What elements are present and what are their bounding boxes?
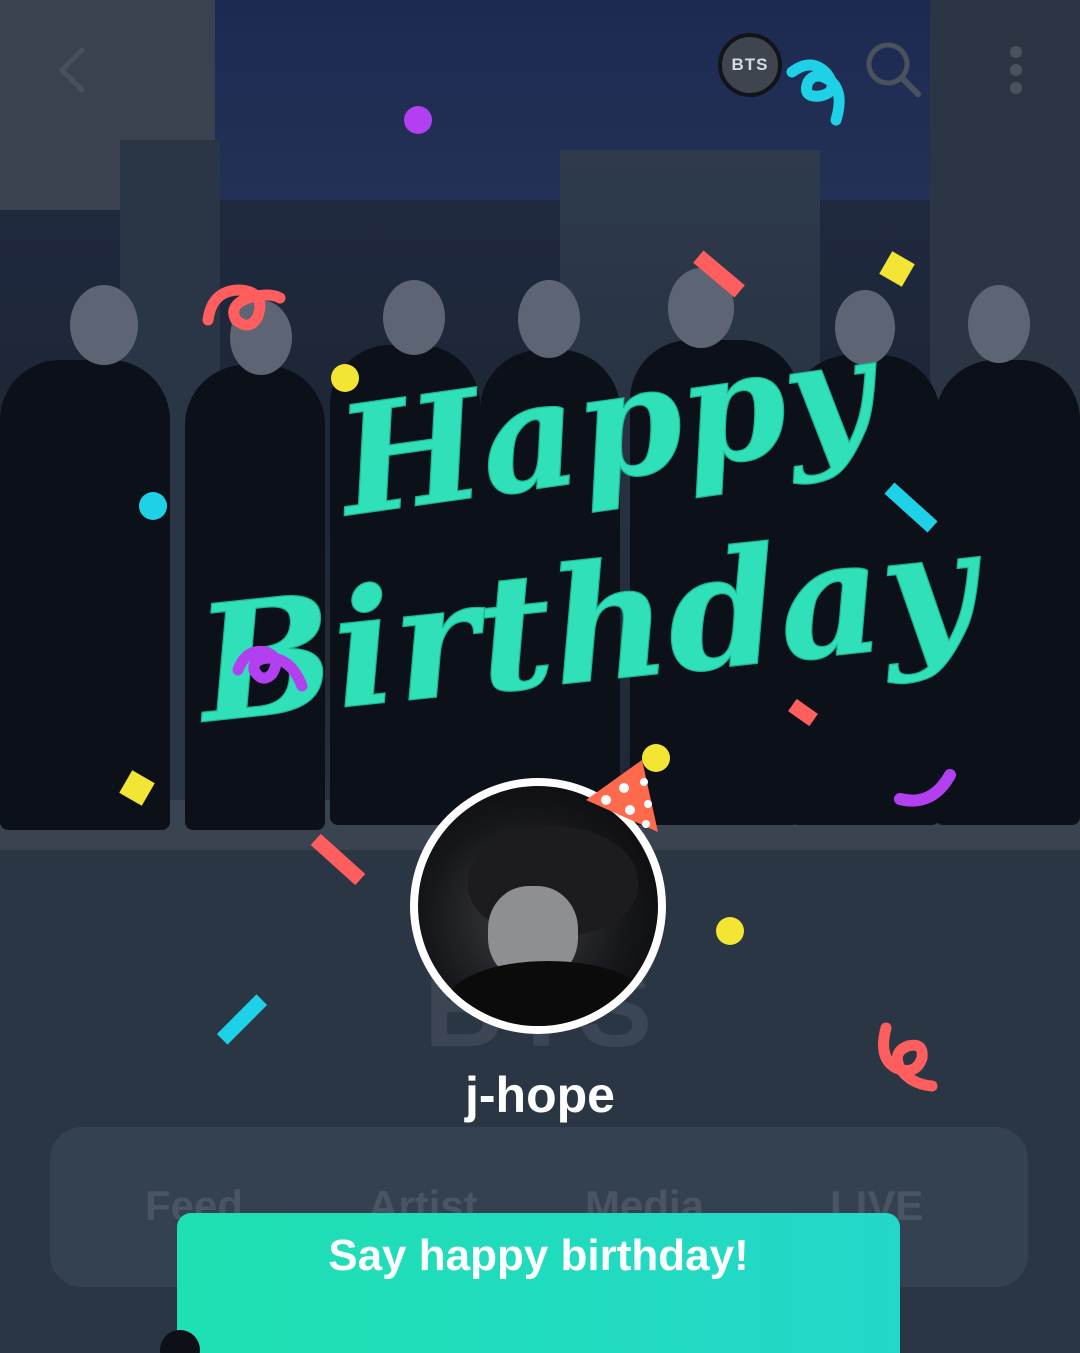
confetti-curl-coral-2: [878, 1022, 938, 1092]
confetti-dot-yellow-2: [716, 917, 744, 945]
confetti-dot-yellow: [331, 364, 359, 392]
confetti-dot-cyan: [139, 492, 167, 520]
more-vertical-icon: [1010, 46, 1022, 94]
confetti-dot-purple: [404, 106, 432, 134]
more-menu-button[interactable]: [1004, 40, 1028, 100]
confetti-curl-coral: [202, 284, 286, 331]
search-icon: [866, 42, 921, 97]
community-badge[interactable]: BTS: [718, 33, 782, 97]
top-bar: BTS: [0, 30, 1080, 110]
search-button[interactable]: [862, 38, 924, 100]
say-happy-birthday-button[interactable]: Say happy birthday!: [177, 1213, 900, 1353]
confetti-curl-purple: [232, 645, 308, 692]
birthday-screen: BTS 20, ers BTS Feed Artist Media LIVE H…: [0, 0, 1080, 1353]
happy-title: Happy: [324, 300, 893, 552]
back-button[interactable]: [48, 40, 98, 100]
chevron-left-icon: [59, 47, 85, 93]
party-hat-icon: [586, 744, 670, 832]
confetti-curve-purple: [894, 769, 956, 807]
confetti-curl-cyan: [786, 59, 845, 126]
